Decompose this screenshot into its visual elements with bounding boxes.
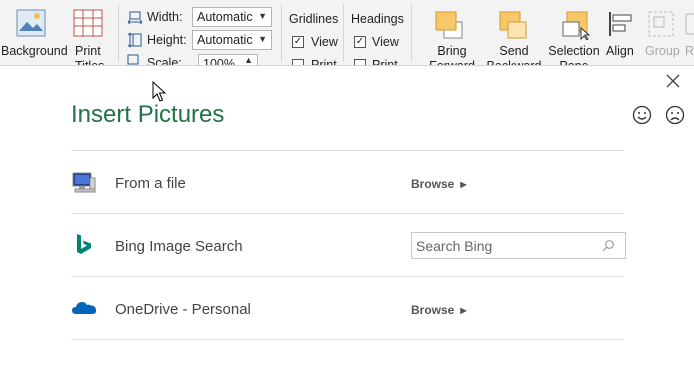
bring-forward-button[interactable]: Bring Forward — [420, 0, 478, 66]
divider — [71, 150, 624, 151]
height-value: Automatic — [197, 33, 253, 47]
insert-pictures-dialog: Insert Pictures From a file Browse ▶ Bing… — [0, 66, 694, 375]
browse-label: Browse — [411, 177, 455, 191]
smile-feedback-icon[interactable] — [632, 105, 652, 125]
rotate-button[interactable]: Ro — [682, 0, 694, 65]
gridlines-view-label: View — [311, 35, 338, 49]
selection-pane-button[interactable]: Selection Pane — [545, 0, 600, 66]
gridlines-print-checkbox[interactable] — [292, 59, 304, 65]
rotate-icon — [685, 13, 694, 35]
group-button[interactable]: Group — [642, 0, 680, 65]
selection-pane-label: Selection Pane — [548, 44, 600, 66]
width-icon — [127, 11, 143, 25]
print-titles-icon — [73, 9, 103, 37]
height-icon — [127, 32, 142, 48]
divider — [71, 339, 624, 340]
scale-icon — [127, 54, 139, 65]
mouse-cursor-icon — [152, 81, 166, 102]
bring-forward-icon — [435, 11, 463, 39]
width-select[interactable]: Automatic ▼ — [192, 7, 272, 27]
height-select[interactable]: Automatic ▼ — [192, 30, 272, 50]
chevron-down-icon: ▼ — [258, 11, 267, 21]
ribbon-separator — [343, 4, 344, 62]
ribbon: Background Print Titles Width: Automatic… — [0, 0, 694, 66]
gridlines-view-checkbox[interactable]: ✓ — [292, 36, 304, 48]
scale-value: 100% — [203, 57, 235, 66]
browse-label: Browse — [411, 303, 455, 317]
headings-print-checkbox[interactable] — [354, 59, 366, 65]
chevron-up-icon: ▲ — [244, 55, 253, 65]
align-button[interactable]: Align — [603, 0, 639, 65]
rotate-label: Ro — [685, 44, 694, 58]
dialog-title: Insert Pictures — [71, 101, 225, 128]
headings-print-label: Print — [372, 58, 398, 66]
ribbon-separator — [411, 4, 412, 62]
headings-view-label: View — [372, 35, 399, 49]
background-icon — [16, 9, 46, 37]
from-file-label: From a file — [115, 175, 186, 192]
onedrive-icon — [72, 302, 97, 314]
group-icon — [648, 11, 674, 37]
print-titles-label: Print Titles — [75, 44, 105, 66]
headings-view-checkbox[interactable]: ✓ — [354, 36, 366, 48]
search-icon[interactable] — [601, 239, 615, 253]
bring-forward-label: Bring Forward — [429, 44, 475, 66]
width-value: Automatic — [197, 10, 253, 24]
selection-pane-icon — [562, 11, 591, 40]
headings-label: Headings — [351, 12, 404, 26]
scale-spinner[interactable]: 100% ▲ — [198, 54, 258, 66]
gridlines-label: Gridlines — [289, 12, 339, 26]
divider — [71, 276, 624, 277]
bing-search-label: Bing Image Search — [115, 238, 243, 255]
align-icon — [609, 12, 632, 36]
frown-feedback-icon[interactable] — [665, 105, 685, 125]
background-label: Background — [1, 44, 68, 58]
onedrive-label: OneDrive - Personal — [115, 301, 251, 318]
ribbon-separator — [281, 4, 282, 62]
gridlines-print-label: Print — [311, 58, 337, 66]
divider — [71, 213, 624, 214]
onedrive-browse-link[interactable]: Browse ▶ — [411, 303, 467, 317]
height-label: Height: — [147, 33, 187, 47]
bing-search-box — [411, 232, 626, 259]
scale-label: Scale: — [147, 56, 182, 66]
print-titles-button[interactable]: Print Titles — [70, 0, 110, 66]
background-button[interactable]: Background — [0, 0, 68, 65]
ribbon-separator — [118, 4, 119, 62]
bing-search-input[interactable] — [412, 233, 592, 258]
close-icon[interactable] — [664, 72, 682, 90]
caret-right-icon: ▶ — [460, 306, 467, 315]
caret-right-icon: ▶ — [460, 180, 467, 189]
send-backward-button[interactable]: Send Backward — [482, 0, 542, 66]
group-label: Group — [645, 44, 680, 58]
send-backward-icon — [499, 11, 527, 39]
bing-icon — [77, 234, 91, 254]
send-backward-label: Send Backward — [486, 44, 542, 66]
computer-icon — [72, 172, 96, 193]
align-label: Align — [606, 44, 634, 58]
chevron-down-icon: ▼ — [258, 34, 267, 44]
from-file-browse-link[interactable]: Browse ▶ — [411, 177, 467, 191]
width-label: Width: — [147, 10, 183, 24]
